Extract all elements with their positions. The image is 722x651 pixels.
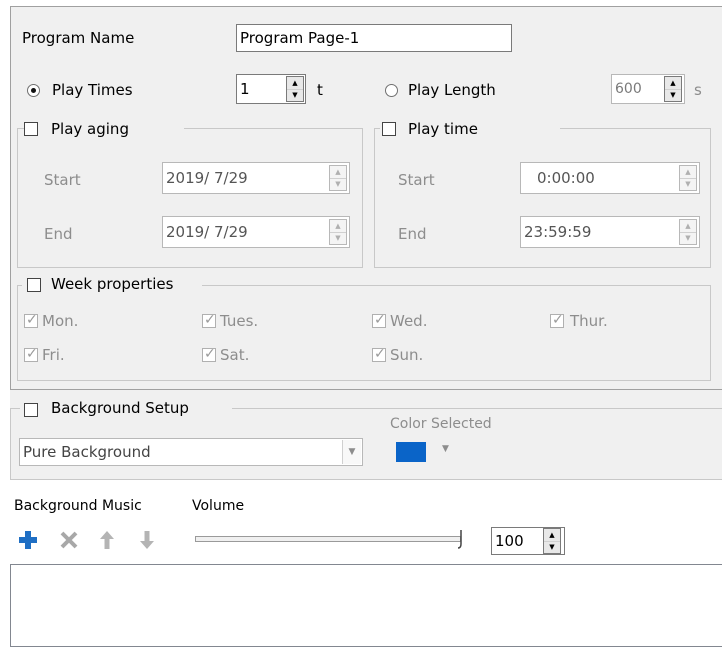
program-name-label: Program Name [22,29,135,47]
week-fri-checkbox[interactable]: ✓ [24,346,38,362]
week-sat-label: Sat. [220,346,250,364]
week-thur-checkbox[interactable]: ✓ [550,312,564,328]
aging-start-input[interactable]: 2019/ 7/29 [162,162,350,194]
delete-icon-svg [60,531,78,549]
week-sun-checkbox[interactable]: ✓ [372,346,386,362]
play-aging-checkbox[interactable] [24,122,38,136]
play-aging-label: Play aging [51,120,129,138]
aging-end-input[interactable]: 2019/ 7/29 [162,216,350,248]
checkmark-icon: ✓ [374,312,386,328]
week-properties-checkbox[interactable] [27,278,41,292]
aging-end-spinner[interactable]: ▲ ▼ [329,219,347,245]
add-icon[interactable] [17,529,39,551]
week-wed-label: Wed. [390,312,428,330]
color-selected-label: Color Selected [390,416,492,432]
background-setup-checkbox[interactable] [24,403,38,417]
chevron-down-icon[interactable]: ▼ [342,440,361,464]
volume-label: Volume [192,498,245,514]
play-times-radio[interactable] [27,84,40,97]
volume-slider-thumb[interactable] [457,530,464,550]
week-sat-checkbox[interactable]: ✓ [202,346,216,362]
spin-down-icon[interactable]: ▼ [680,232,696,244]
aging-start-label: Start [44,171,81,189]
play-length-unit: s [694,81,702,99]
play-length-label: Play Length [408,81,496,99]
checkmark-icon: ✓ [26,312,38,328]
play-time-checkbox[interactable] [382,122,396,136]
add-icon-svg [19,531,37,549]
week-mon-checkbox[interactable]: ✓ [24,312,38,328]
play-times-unit: t [317,81,323,99]
background-music-label: Background Music [14,498,142,514]
move-up-icon[interactable] [98,529,116,551]
spin-down-icon[interactable]: ▼ [330,232,346,244]
checkmark-icon: ✓ [26,346,38,362]
music-list[interactable] [10,564,722,647]
week-mon-label: Mon. [42,312,79,330]
week-wed-checkbox[interactable]: ✓ [372,312,386,328]
checkmark-icon: ✓ [374,346,386,362]
time-end-input[interactable]: 23:59:59 [520,216,700,248]
play-length-spinner[interactable]: ▲ ▼ [664,76,682,102]
checkmark-icon: ✓ [552,312,564,328]
time-end-label: End [398,225,427,243]
delete-icon[interactable] [58,529,80,551]
move-down-icon[interactable] [138,529,156,551]
spin-down-icon[interactable]: ▼ [680,178,696,190]
background-type-select[interactable]: Pure Background ▼ [19,438,363,466]
volume-slider-track[interactable] [195,536,461,542]
week-sun-label: Sun. [390,346,424,364]
move-up-icon-svg [100,531,114,549]
play-length-radio[interactable] [385,84,398,97]
play-time-label: Play time [408,120,478,138]
week-properties-label: Week properties [51,275,174,293]
week-properties-group [17,285,711,381]
color-dropdown-chevron-icon[interactable]: ▼ [442,444,449,454]
checkmark-icon: ✓ [204,312,216,328]
move-down-icon-svg [140,531,154,549]
play-times-label: Play Times [52,81,133,99]
program-name-input[interactable]: Program Page-1 [236,24,512,52]
week-fri-label: Fri. [42,346,65,364]
aging-start-spinner[interactable]: ▲ ▼ [329,165,347,191]
radio-selected-dot [31,88,36,93]
spin-down-icon[interactable]: ▼ [665,89,681,101]
slider-thumb-icon [457,530,462,549]
week-tues-label: Tues. [220,312,259,330]
color-swatch[interactable] [396,442,426,462]
background-setup-label: Background Setup [51,399,189,417]
week-thur-label: Thur. [570,312,608,330]
time-start-spinner[interactable]: ▲ ▼ [679,165,697,191]
play-times-spinner[interactable]: ▲ ▼ [286,76,304,102]
spin-down-icon[interactable]: ▼ [544,541,560,553]
checkmark-icon: ✓ [204,346,216,362]
time-start-input[interactable]: 0:00:00 [520,162,700,194]
spin-down-icon[interactable]: ▼ [330,178,346,190]
time-start-label: Start [398,171,435,189]
aging-end-label: End [44,225,73,243]
background-type-value: Pure Background [23,443,151,461]
volume-spinner[interactable]: ▲ ▼ [543,528,561,554]
time-end-spinner[interactable]: ▲ ▼ [679,219,697,245]
week-tues-checkbox[interactable]: ✓ [202,312,216,328]
spin-down-icon[interactable]: ▼ [287,89,303,101]
